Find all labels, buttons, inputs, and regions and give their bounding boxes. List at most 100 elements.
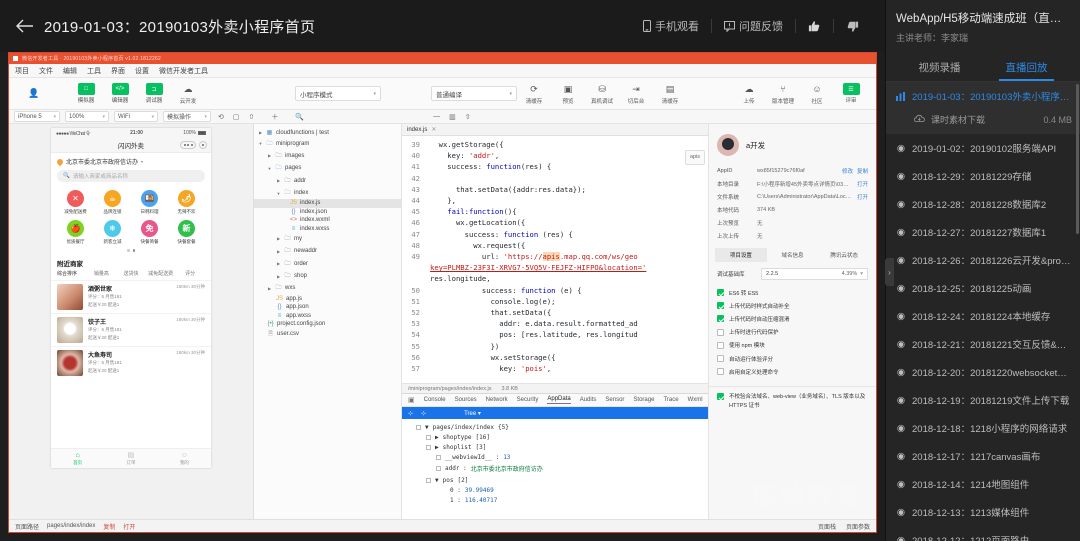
- material-download-row[interactable]: 课时素材下载 0.4 MB: [886, 110, 1080, 134]
- collapse-icon[interactable]: ⊹: [421, 410, 426, 417]
- list-item[interactable]: ◉ 2018-12-24：20181224本地缓存: [886, 302, 1080, 330]
- list-item[interactable]: ◉ 2018-12-14：1214地图组件: [886, 470, 1080, 498]
- feedback-button[interactable]: 问题反馈: [712, 18, 795, 34]
- tab-security[interactable]: Security: [517, 397, 539, 404]
- list-item[interactable]: ◉ 2018-12-20：20181220websocket+获...: [886, 358, 1080, 386]
- tree-item[interactable]: ▶ ▦ cloudfunctions | test: [254, 128, 401, 137]
- list-item[interactable]: ◉ 2018-12-26：20181226云开发&promise: [886, 246, 1080, 274]
- category-item[interactable]: ❄ 新客立减: [94, 220, 131, 245]
- toolbar-debugger[interactable]: ⊐ 调试器: [137, 83, 171, 104]
- tab-sources[interactable]: Sources: [455, 397, 477, 404]
- menu-devtools[interactable]: 微信开发者工具: [159, 66, 208, 76]
- toolbar-background[interactable]: ⇥ 切后台: [619, 83, 653, 105]
- tab-recorded[interactable]: 视频录播: [896, 54, 983, 81]
- search-input[interactable]: 🔍 请输入商家或商品名称: [57, 170, 205, 182]
- menu-file[interactable]: 文件: [39, 66, 53, 76]
- scrollbar-thumb[interactable]: [1076, 84, 1079, 234]
- list-item[interactable]: ◉ 2018-12-25：20181225动画: [886, 274, 1080, 302]
- checkbox[interactable]: [717, 289, 724, 297]
- upload-icon[interactable]: ⇧: [247, 113, 257, 121]
- toolbar-preview[interactable]: ▣ 预览: [551, 83, 585, 105]
- network-select[interactable]: WiFi ▾: [114, 111, 158, 122]
- toolbar-community[interactable]: ☺ 社区: [800, 83, 834, 105]
- screenshot-icon[interactable]: ▢: [231, 113, 242, 121]
- inspect-icon[interactable]: ▣: [408, 396, 415, 404]
- close-icon[interactable]: [199, 141, 207, 149]
- copy-link[interactable]: 复制: [857, 167, 868, 175]
- toolbar-realdevice[interactable]: ⛁ 真机调试: [585, 83, 619, 105]
- more-icon[interactable]: [180, 141, 196, 149]
- checkbox[interactable]: [717, 328, 724, 336]
- tab-domain-info[interactable]: 域名信息: [767, 248, 819, 262]
- tree-item[interactable]: ▶ 🗀 order: [254, 258, 401, 270]
- tab-network[interactable]: Network: [486, 397, 508, 404]
- search-icon[interactable]: 🔍: [285, 113, 306, 121]
- tree-item[interactable]: ▶ 🗀 newaddr: [254, 245, 401, 257]
- checkbox[interactable]: [717, 302, 724, 310]
- toolbar-clearcache[interactable]: ▤ 清缓存: [653, 83, 687, 105]
- compile-mode-select[interactable]: 小程序模式 ▾: [295, 86, 381, 101]
- checkbox[interactable]: [426, 477, 431, 483]
- action-select[interactable]: 模拟操作 ▾: [163, 111, 211, 122]
- chart-icon[interactable]: ▥: [447, 113, 458, 121]
- tree-item[interactable]: ▶ 🗀 addr: [254, 175, 401, 187]
- tree-item[interactable]: ▶ 🗀 images: [254, 150, 401, 162]
- tab-home[interactable]: ⌂ 首页: [51, 449, 104, 468]
- code-area[interactable]: 39 40 41 42 43 44 45 46 47 48 49 50 51 52 53 54 55 56 57 w…: [402, 136, 708, 383]
- tab-profile[interactable]: ☺ 我的: [158, 449, 211, 468]
- appdata-row[interactable]: ▶ shoplist [3]: [402, 442, 708, 452]
- toolbar-review[interactable]: ☰ 评审: [834, 83, 868, 104]
- tab-orders[interactable]: ▤ 订单: [104, 449, 157, 468]
- tab-console[interactable]: Console: [424, 397, 446, 404]
- option-skip-domain-check[interactable]: 不校验合法域名、web-view（业务域名）、TLS 版本以及 HTTPS 证书: [709, 386, 876, 417]
- env-select[interactable]: 普通编译 ▾: [431, 86, 517, 101]
- appdata-row[interactable]: 1 :116.40717: [402, 495, 708, 505]
- appdata-row[interactable]: ▼ pos [2]: [402, 475, 708, 485]
- tree-item[interactable]: {•} project.config.json: [254, 320, 401, 328]
- filter-item[interactable]: 送货快: [116, 270, 146, 277]
- checkbox[interactable]: [436, 466, 441, 472]
- list-item[interactable]: 2019-01-03：20190103外卖小程序首页: [886, 82, 1080, 110]
- tab-trace[interactable]: Trace: [663, 397, 678, 404]
- checkbox[interactable]: [426, 434, 431, 440]
- tree-mode-select[interactable]: Tree ▾: [464, 410, 481, 417]
- twisty-icon[interactable]: ▶: [435, 444, 439, 451]
- toolbar-compile[interactable]: ⟳ 清缓存: [517, 83, 551, 105]
- toolbar-upload[interactable]: ☁ 上传: [732, 83, 766, 105]
- collapse-panel-button[interactable]: ›: [885, 258, 894, 286]
- checkbox[interactable]: [426, 444, 431, 450]
- checkbox[interactable]: [416, 424, 421, 430]
- open-link[interactable]: 打开: [123, 522, 135, 531]
- option-audit[interactable]: 自动运行体验评分: [709, 352, 876, 365]
- category-item[interactable]: ✕ 减免配送费: [57, 190, 94, 215]
- apis-chip[interactable]: apis: [684, 150, 705, 166]
- menu-edit[interactable]: 编辑: [63, 66, 77, 76]
- add-icon[interactable]: ＋: [261, 112, 280, 122]
- device-select[interactable]: iPhone 5 ▾: [14, 111, 60, 122]
- tab-storage[interactable]: Storage: [633, 397, 654, 404]
- tab-live-replay[interactable]: 直播回放: [983, 54, 1070, 81]
- tree-item[interactable]: <> index.wxml: [254, 216, 401, 224]
- category-item[interactable]: 🌶 无辣不欢: [168, 190, 205, 215]
- tree-item[interactable]: ▶ 🗀 shop: [254, 270, 401, 282]
- tree-item[interactable]: ▼ 🗀 pages: [254, 162, 401, 174]
- option-custom-cmd[interactable]: 启用自定义处理命令: [709, 365, 876, 378]
- appdata-row[interactable]: addr : 北京市委北京市政府信访办: [402, 463, 708, 475]
- thumb-up-button[interactable]: [796, 20, 833, 33]
- filter-item[interactable]: 销量高: [87, 270, 117, 277]
- toolbar-cloud[interactable]: ☁ 云开发: [171, 83, 205, 105]
- appdata-row[interactable]: ▼ pages/index/index {5}: [402, 422, 708, 432]
- category-item[interactable]: 新快餐套餐: [168, 220, 205, 245]
- tab-cloud-status[interactable]: 腾讯云状态: [818, 248, 870, 262]
- rotate-icon[interactable]: ⟲: [216, 113, 226, 121]
- category-item[interactable]: 免快餐简餐: [131, 220, 168, 245]
- option-protect[interactable]: 上传时进行代码保护: [709, 326, 876, 339]
- checkbox[interactable]: [717, 355, 724, 363]
- checkbox[interactable]: [717, 368, 724, 376]
- copy-link[interactable]: 复制: [103, 522, 115, 531]
- editor-tab-index-js[interactable]: index.js ✕: [407, 126, 436, 134]
- tab-sensor[interactable]: Sensor: [605, 397, 624, 404]
- page-stack-label[interactable]: 页面栈: [818, 522, 836, 531]
- menu-project[interactable]: 项目: [15, 66, 29, 76]
- tree-item[interactable]: ≡ app.wxss: [254, 311, 401, 319]
